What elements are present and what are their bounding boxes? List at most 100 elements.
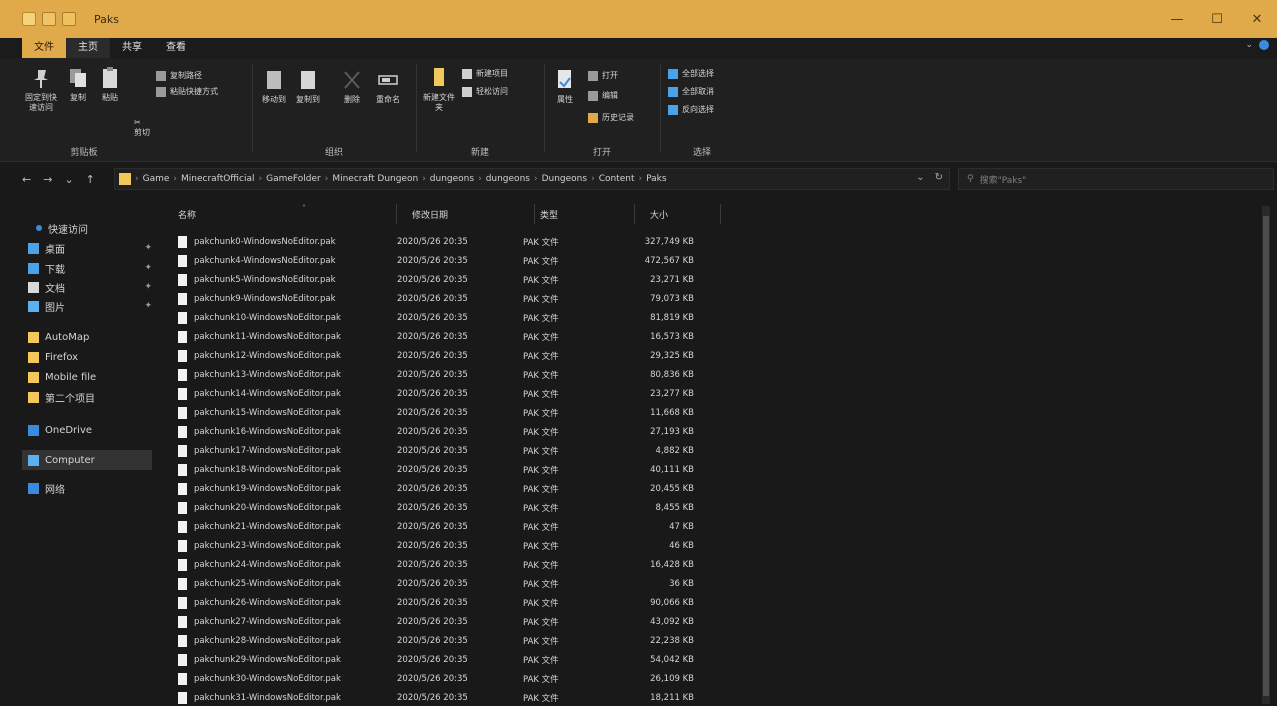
sidebar-item[interactable]: 网络: [28, 478, 158, 498]
file-row[interactable]: pakchunk23-WindowsNoEditor.pak 2020/5/26 …: [178, 536, 726, 555]
cut-button[interactable]: ✂ 剪切: [134, 118, 150, 138]
file-row[interactable]: pakchunk30-WindowsNoEditor.pak 2020/5/26 …: [178, 669, 726, 688]
file-icon: [178, 235, 187, 248]
column-header-size[interactable]: 大小: [650, 204, 725, 224]
properties-icon[interactable]: [42, 12, 56, 26]
breadcrumb-item[interactable]: MinecraftOfficial: [181, 174, 254, 184]
up-arrow-icon[interactable]: ↑: [86, 173, 95, 186]
sidebar-item[interactable]: OneDrive: [28, 420, 158, 440]
delete-button[interactable]: 删除: [338, 68, 366, 105]
file-row[interactable]: pakchunk11-WindowsNoEditor.pak 2020/5/26 …: [178, 327, 726, 346]
new-folder-button[interactable]: 新建文件夹: [422, 66, 456, 113]
file-row[interactable]: pakchunk28-WindowsNoEditor.pak 2020/5/26 …: [178, 631, 726, 650]
chevron-down-icon[interactable]: ⌄: [1245, 40, 1253, 50]
column-divider[interactable]: [634, 204, 635, 224]
file-size: 472,567 KB: [644, 255, 694, 266]
file-row[interactable]: pakchunk5-WindowsNoEditor.pak 2020/5/26 2…: [178, 270, 726, 289]
paste-shortcut-button[interactable]: 粘贴快捷方式: [156, 86, 218, 97]
scrollbar-thumb[interactable]: [1263, 216, 1269, 696]
file-row[interactable]: pakchunk17-WindowsNoEditor.pak 2020/5/26 …: [178, 441, 726, 460]
close-button[interactable]: ✕: [1237, 0, 1277, 38]
recent-locations-icon[interactable]: ⌄: [64, 173, 73, 186]
column-divider[interactable]: [396, 204, 397, 224]
breadcrumb-item[interactable]: Content: [599, 174, 635, 184]
copy-path-button[interactable]: 复制路径: [156, 70, 202, 81]
history-button[interactable]: 历史记录: [588, 112, 634, 123]
invert-selection-button[interactable]: 反向选择: [668, 104, 714, 115]
file-row[interactable]: pakchunk31-WindowsNoEditor.pak 2020/5/26 …: [178, 688, 726, 706]
folder-icon[interactable]: [22, 12, 36, 26]
help-icon[interactable]: [1259, 40, 1269, 50]
open-button[interactable]: 打开: [588, 70, 618, 81]
tab-share[interactable]: 共享: [110, 38, 154, 58]
file-row[interactable]: pakchunk15-WindowsNoEditor.pak 2020/5/26 …: [178, 403, 726, 422]
breadcrumb-item[interactable]: dungeons: [486, 174, 530, 184]
file-row[interactable]: pakchunk10-WindowsNoEditor.pak 2020/5/26 …: [178, 308, 726, 327]
column-header-type[interactable]: 类型: [540, 204, 636, 224]
minimize-button[interactable]: —: [1157, 0, 1197, 38]
paste-button[interactable]: 粘贴: [96, 66, 124, 103]
breadcrumb-item[interactable]: Game: [143, 174, 170, 184]
pin-quick-access-button[interactable]: 固定到快速访问: [22, 66, 60, 113]
tab-view[interactable]: 查看: [154, 38, 198, 58]
select-all-button[interactable]: 全部选择: [668, 68, 714, 79]
sidebar-item[interactable]: 快速访问: [36, 218, 166, 238]
file-row[interactable]: pakchunk19-WindowsNoEditor.pak 2020/5/26 …: [178, 479, 726, 498]
breadcrumb-item[interactable]: dungeons: [430, 174, 474, 184]
file-row[interactable]: pakchunk26-WindowsNoEditor.pak 2020/5/26 …: [178, 593, 726, 612]
file-row[interactable]: pakchunk9-WindowsNoEditor.pak 2020/5/26 2…: [178, 289, 726, 308]
sidebar-item[interactable]: 文档 ✦: [28, 277, 158, 297]
forward-arrow-icon[interactable]: →: [43, 173, 52, 186]
file-row[interactable]: pakchunk27-WindowsNoEditor.pak 2020/5/26 …: [178, 612, 726, 631]
column-divider[interactable]: [534, 204, 535, 224]
refresh-icon[interactable]: ↻: [935, 172, 943, 183]
file-row[interactable]: pakchunk13-WindowsNoEditor.pak 2020/5/26 …: [178, 365, 726, 384]
rename-button[interactable]: 重命名: [372, 68, 404, 105]
column-header-date[interactable]: 修改日期: [412, 204, 538, 224]
file-row[interactable]: pakchunk14-WindowsNoEditor.pak 2020/5/26 …: [178, 384, 726, 403]
new-item-button[interactable]: 新建项目: [462, 68, 508, 79]
tab-file[interactable]: 文件: [22, 38, 66, 58]
file-row[interactable]: pakchunk21-WindowsNoEditor.pak 2020/5/26 …: [178, 517, 726, 536]
back-arrow-icon[interactable]: ←: [22, 173, 31, 186]
breadcrumb-item[interactable]: Paks: [646, 174, 666, 184]
file-row[interactable]: pakchunk18-WindowsNoEditor.pak 2020/5/26 …: [178, 460, 726, 479]
sidebar-item[interactable]: Computer: [22, 450, 152, 470]
breadcrumb-item[interactable]: Minecraft Dungeon: [332, 174, 418, 184]
sidebar-item[interactable]: AutoMap: [28, 327, 158, 347]
move-to-button[interactable]: 移动到: [258, 68, 290, 105]
maximize-button[interactable]: ☐: [1197, 0, 1237, 38]
file-row[interactable]: pakchunk12-WindowsNoEditor.pak 2020/5/26 …: [178, 346, 726, 365]
file-row[interactable]: pakchunk25-WindowsNoEditor.pak 2020/5/26 …: [178, 574, 726, 593]
file-row[interactable]: pakchunk24-WindowsNoEditor.pak 2020/5/26 …: [178, 555, 726, 574]
breadcrumb-item[interactable]: GameFolder: [266, 174, 321, 184]
tab-home[interactable]: 主页: [66, 38, 110, 58]
file-row[interactable]: pakchunk4-WindowsNoEditor.pak 2020/5/26 2…: [178, 251, 726, 270]
copy-to-button[interactable]: 复制到: [292, 68, 324, 105]
column-header-name[interactable]: 名称 ˄: [178, 204, 397, 224]
column-divider[interactable]: [720, 204, 721, 224]
sidebar-item[interactable]: 桌面 ✦: [28, 238, 158, 258]
address-dropdown-icon[interactable]: ⌄: [916, 172, 924, 183]
copy-button[interactable]: 复制: [64, 66, 92, 103]
edit-button[interactable]: 编辑: [588, 90, 618, 101]
file-row[interactable]: pakchunk0-WindowsNoEditor.pak 2020/5/26 2…: [178, 232, 726, 251]
search-box[interactable]: ⚲ 搜索"Paks": [958, 168, 1274, 190]
file-name-text: pakchunk4-WindowsNoEditor.pak: [194, 255, 336, 266]
properties-button[interactable]: 属性: [550, 68, 580, 105]
sidebar-item[interactable]: 第二个项目: [28, 387, 158, 407]
sidebar-item[interactable]: 下载 ✦: [28, 258, 158, 278]
easy-access-button[interactable]: 轻松访问: [462, 86, 508, 97]
file-type: PAK 文件: [523, 693, 559, 704]
file-row[interactable]: pakchunk20-WindowsNoEditor.pak 2020/5/26 …: [178, 498, 726, 517]
sidebar-item[interactable]: Mobile file: [28, 367, 158, 387]
breadcrumb-item[interactable]: Dungeons: [542, 174, 588, 184]
sidebar-item[interactable]: Firefox: [28, 347, 158, 367]
select-none-button[interactable]: 全部取消: [668, 86, 714, 97]
file-row[interactable]: pakchunk16-WindowsNoEditor.pak 2020/5/26 …: [178, 422, 726, 441]
file-row[interactable]: pakchunk29-WindowsNoEditor.pak 2020/5/26 …: [178, 650, 726, 669]
vertical-scrollbar[interactable]: [1262, 206, 1270, 704]
address-bar[interactable]: › Game › MinecraftOfficial › GameFolder › M…: [114, 168, 950, 190]
new-folder-icon[interactable]: [62, 12, 76, 26]
sidebar-item[interactable]: 图片 ✦: [28, 296, 158, 316]
